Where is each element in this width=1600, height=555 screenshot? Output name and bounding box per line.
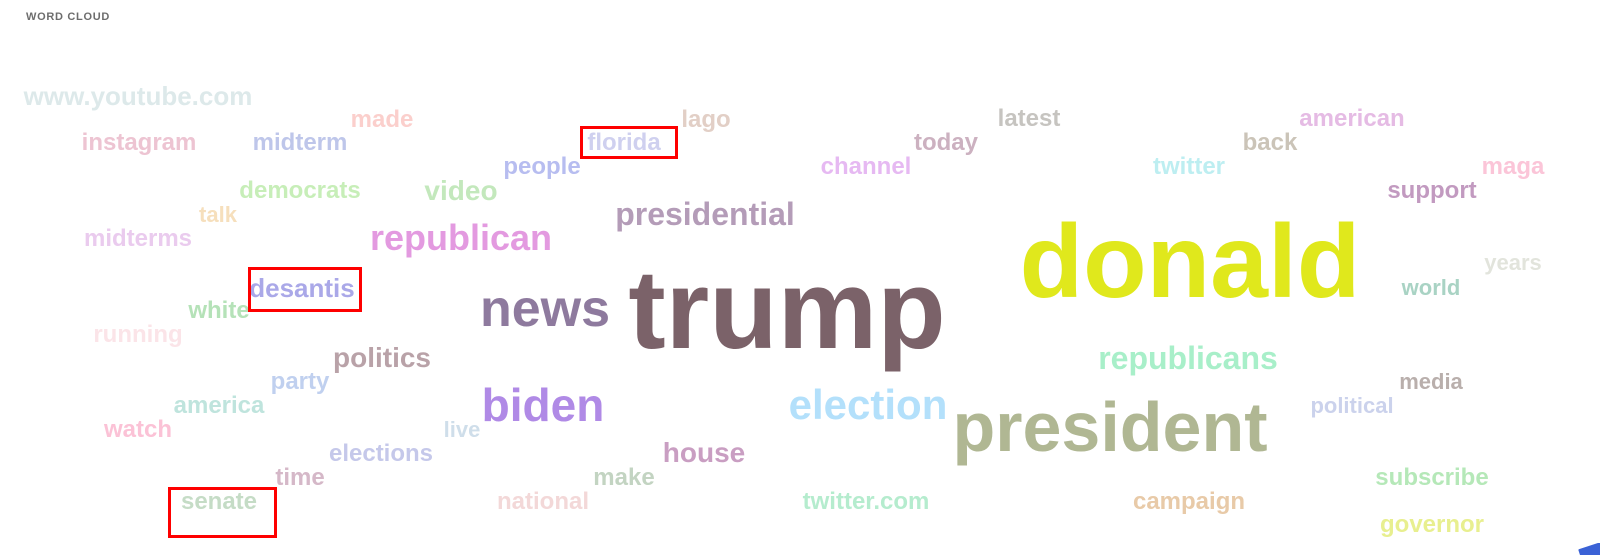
cloud-word-elections[interactable]: elections: [329, 442, 433, 466]
cloud-word-time[interactable]: time: [275, 466, 324, 490]
cloud-word-american[interactable]: american: [1299, 107, 1404, 131]
cloud-word-maga[interactable]: maga: [1482, 155, 1545, 179]
cloud-word-twitter-com[interactable]: twitter.com: [803, 490, 930, 514]
cloud-word-white[interactable]: white: [188, 299, 249, 323]
cloud-word-channel[interactable]: channel: [821, 155, 912, 179]
corner-cursor-marker: [1574, 543, 1600, 555]
cloud-word-make[interactable]: make: [593, 466, 654, 490]
cloud-word-talk[interactable]: talk: [199, 204, 237, 226]
cloud-word-news[interactable]: news: [480, 283, 610, 335]
cloud-word-politics[interactable]: politics: [333, 344, 431, 372]
cloud-word-republicans[interactable]: republicans: [1098, 342, 1278, 374]
cloud-word-video[interactable]: video: [424, 177, 497, 205]
cloud-word-lago[interactable]: lago: [681, 108, 730, 132]
cloud-word-political[interactable]: political: [1310, 395, 1393, 417]
cloud-word-national[interactable]: national: [497, 490, 589, 514]
cursor-shape: [1578, 543, 1600, 555]
word-cloud-surface[interactable]: trump donald president news biden election rep…: [0, 0, 1600, 555]
cloud-word-senate[interactable]: senate: [181, 490, 257, 514]
cloud-word-live[interactable]: live: [444, 419, 481, 441]
cloud-word-trump[interactable]: trump: [628, 254, 945, 366]
cloud-word-subscribe[interactable]: subscribe: [1375, 466, 1488, 490]
cloud-word-republican[interactable]: republican: [370, 220, 552, 256]
cloud-word-people[interactable]: people: [503, 155, 580, 179]
cloud-word-midterms[interactable]: midterms: [84, 227, 192, 251]
cloud-word-made[interactable]: made: [351, 108, 414, 132]
cloud-word-presidential[interactable]: presidential: [615, 198, 795, 230]
cloud-word-florida[interactable]: florida: [587, 131, 660, 155]
cloud-word-years[interactable]: years: [1484, 252, 1542, 274]
cloud-word-president[interactable]: president: [952, 392, 1267, 462]
cloud-word-instagram[interactable]: instagram: [82, 131, 197, 155]
cloud-word-today[interactable]: today: [914, 131, 978, 155]
cloud-word-world[interactable]: world: [1402, 277, 1461, 299]
word-cloud-panel: WORD CLOUD trump donald president news biden…: [0, 0, 1600, 555]
cloud-word-media[interactable]: media: [1399, 371, 1463, 393]
cloud-word-democrats[interactable]: democrats: [239, 179, 360, 203]
cloud-word-election[interactable]: election: [789, 384, 948, 426]
cloud-word-www-youtube-com[interactable]: www.youtube.com: [24, 83, 253, 109]
cloud-word-watch[interactable]: watch: [104, 418, 172, 442]
cloud-word-america[interactable]: america: [174, 394, 265, 418]
cloud-word-party[interactable]: party: [271, 370, 330, 394]
cloud-word-twitter[interactable]: twitter: [1153, 155, 1225, 179]
cloud-word-campaign[interactable]: campaign: [1133, 490, 1245, 514]
cloud-word-house[interactable]: house: [663, 439, 745, 467]
cloud-word-back[interactable]: back: [1243, 131, 1298, 155]
cloud-word-donald[interactable]: donald: [1020, 210, 1361, 314]
cloud-word-latest[interactable]: latest: [998, 107, 1061, 131]
cloud-word-running[interactable]: running: [93, 323, 182, 347]
cloud-word-support[interactable]: support: [1387, 179, 1476, 203]
cloud-word-governor[interactable]: governor: [1380, 513, 1484, 537]
cloud-word-midterm[interactable]: midterm: [253, 131, 348, 155]
cloud-word-desantis[interactable]: desantis: [249, 275, 355, 301]
cloud-word-biden[interactable]: biden: [482, 382, 605, 428]
